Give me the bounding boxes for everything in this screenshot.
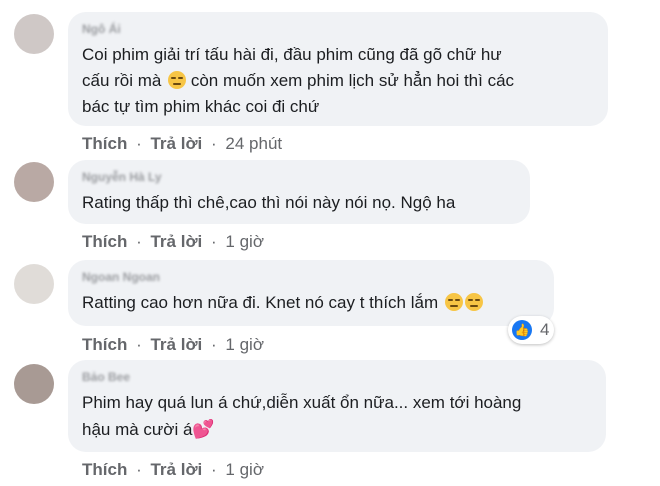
separator: ·: [136, 460, 142, 479]
reaction-count: 4: [540, 320, 550, 339]
expressionless-face-icon: [168, 71, 187, 89]
separator: ·: [211, 232, 217, 251]
reaction-summary[interactable]: 👍 4: [508, 316, 554, 344]
timestamp[interactable]: 1 giờ: [225, 460, 264, 479]
like-link[interactable]: Thích: [82, 460, 127, 479]
comment-actions: Thích · Trả lời · 1 giờ: [82, 335, 264, 355]
comment-bubble: Nguyễn Hà Ly Rating thấp thì chê,cao thì…: [68, 160, 530, 224]
avatar[interactable]: [14, 14, 54, 54]
comment-actions: Thích · Trả lời · 1 giờ: [82, 460, 264, 480]
reply-link[interactable]: Trả lời: [150, 232, 202, 251]
separator: ·: [136, 232, 142, 251]
avatar[interactable]: [14, 162, 54, 202]
timestamp[interactable]: 1 giờ: [225, 335, 264, 354]
two-hearts-icon: 💕: [192, 419, 215, 439]
comment-text: Ratting cao hơn nữa đi. Knet nó cay t th…: [82, 290, 540, 316]
comment-author[interactable]: Ngô Ái: [82, 22, 594, 36]
comment-author[interactable]: Bảo Bee: [82, 370, 592, 384]
comment-bubble: Ngoan Ngoan Ratting cao hơn nữa đi. Knet…: [68, 260, 554, 326]
comment-text: Phim hay quá lun á chứ,diễn xuất ổn nữa.…: [82, 393, 522, 439]
like-link[interactable]: Thích: [82, 134, 127, 153]
separator: ·: [136, 335, 142, 354]
like-link[interactable]: Thích: [82, 335, 127, 354]
comment-bubble: Bảo Bee Phim hay quá lun á chứ,diễn xuất…: [68, 360, 606, 452]
separator: ·: [136, 134, 142, 153]
separator: ·: [211, 460, 217, 479]
separator: ·: [211, 335, 217, 354]
comment-actions: Thích · Trả lời · 24 phút: [82, 134, 282, 154]
timestamp[interactable]: 1 giờ: [225, 232, 264, 251]
reply-link[interactable]: Trả lời: [150, 335, 202, 354]
reply-link[interactable]: Trả lời: [150, 134, 202, 153]
like-reaction-icon: 👍: [512, 320, 532, 340]
comment-bubble: Ngô Ái Coi phim giải trí tấu hài đi, đầu…: [68, 12, 608, 126]
comment-actions: Thích · Trả lời · 1 giờ: [82, 232, 264, 252]
reply-link[interactable]: Trả lời: [150, 460, 202, 479]
comment-text: Rating thấp thì chê,cao thì nói này nói …: [82, 193, 456, 212]
timestamp[interactable]: 24 phút: [225, 134, 282, 153]
avatar[interactable]: [14, 364, 54, 404]
avatar[interactable]: [14, 264, 54, 304]
comment-author[interactable]: Ngoan Ngoan: [82, 270, 540, 284]
comment-author[interactable]: Nguyễn Hà Ly: [82, 170, 516, 184]
like-link[interactable]: Thích: [82, 232, 127, 251]
relieved-face-icon: [444, 293, 463, 311]
comment-text: Coi phim giải trí tấu hài đi, đầu phim c…: [82, 45, 515, 116]
separator: ·: [211, 134, 217, 153]
relieved-face-icon: [464, 293, 483, 311]
